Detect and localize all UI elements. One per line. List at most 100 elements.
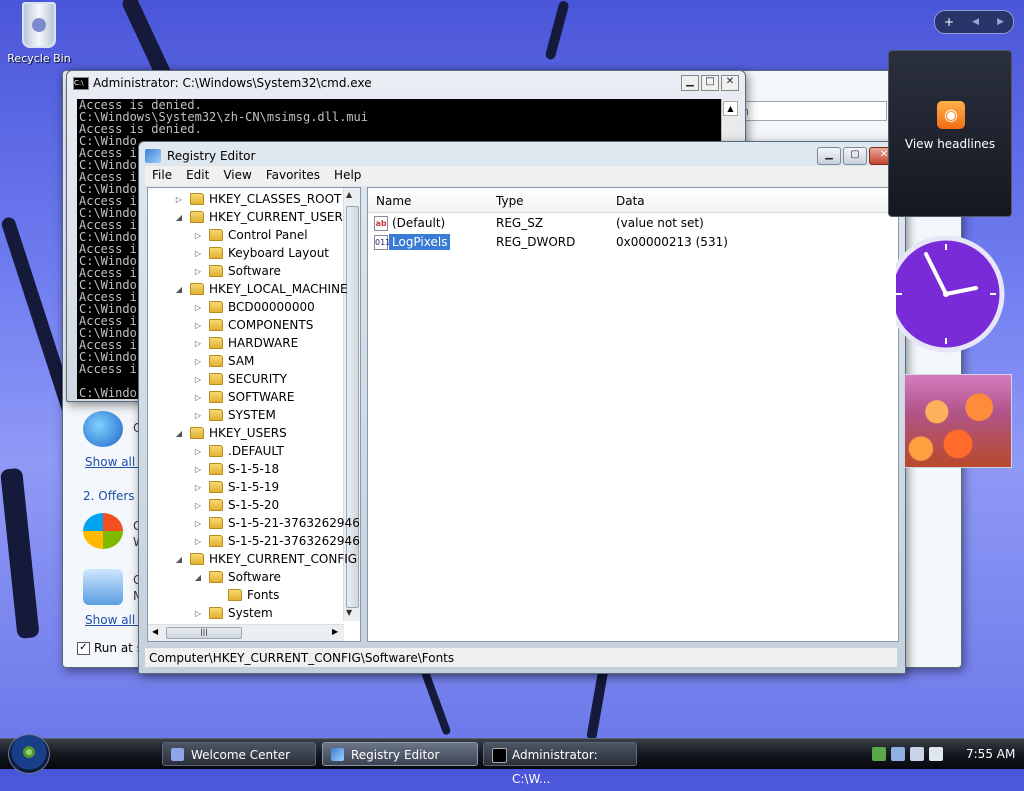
collapse-arrow-icon[interactable]: ◢: [174, 213, 184, 222]
tree-node-label: SOFTWARE: [228, 390, 295, 404]
minimize-button[interactable]: ▁: [817, 147, 841, 165]
expand-arrow-icon[interactable]: ▷: [193, 339, 203, 348]
tree-node[interactable]: ◢ HKEY_LOCAL_MACHINE: [174, 280, 348, 298]
registry-key-tree[interactable]: ▲ ▼ ◀ ||| ▶ ▷ HKEY_CLASSES_ROOT ◢ HKEY_CURR…: [147, 187, 361, 642]
tree-node[interactable]: ▷ Software: [193, 262, 281, 280]
maximize-button[interactable]: □: [701, 75, 719, 91]
tree-node[interactable]: ▷ BCD00000000: [193, 298, 315, 316]
scroll-right-icon[interactable]: ▶: [332, 627, 338, 636]
expand-arrow-icon[interactable]: ▷: [193, 393, 203, 402]
network-icon[interactable]: [910, 747, 924, 761]
folder-icon: [209, 229, 223, 241]
recycle-bin-desktop-icon[interactable]: Recycle Bin: [6, 2, 72, 65]
collapse-arrow-icon[interactable]: ◢: [174, 429, 184, 438]
add-gadget-icon[interactable]: +: [944, 15, 954, 29]
volume-icon[interactable]: [929, 747, 943, 761]
scroll-up-icon[interactable]: ▲: [346, 190, 352, 199]
scroll-left-icon[interactable]: ◀: [152, 627, 158, 636]
taskbar-clock[interactable]: 7:55 AM: [966, 739, 1015, 769]
expand-arrow-icon[interactable]: ▷: [193, 465, 203, 474]
task-welcome-center[interactable]: Welcome Center: [162, 742, 316, 766]
registry-editor-window[interactable]: Registry Editor ▁ ▢ ✕ File Edit View Fav…: [138, 141, 906, 674]
expand-arrow-icon[interactable]: ▷: [193, 411, 203, 420]
expand-arrow-icon[interactable]: ▷: [193, 501, 203, 510]
menu-favorites[interactable]: Favorites: [259, 166, 327, 186]
menu-help[interactable]: Help: [327, 166, 368, 186]
tree-horizontal-scrollbar[interactable]: ◀ ||| ▶: [148, 624, 344, 641]
tree-node[interactable]: ▷ SYSTEM: [193, 406, 276, 424]
tree-node[interactable]: ▷ Control Panel: [193, 226, 308, 244]
cmd-titlebar[interactable]: C:\ Administrator: C:\Windows\System32\c…: [67, 71, 745, 95]
tree-node[interactable]: ◢ Software: [193, 568, 281, 586]
menu-view[interactable]: View: [216, 166, 258, 186]
tree-node[interactable]: ▷ S-1-5-21-3763262946-: [193, 532, 360, 550]
value-row[interactable]: 011 LogPixels REG_DWORD 0x00000213 (531): [368, 233, 898, 251]
run-at-startup-checkbox[interactable]: ✓: [77, 641, 90, 655]
tree-node[interactable]: ▷ SOFTWARE: [193, 388, 295, 406]
expand-arrow-icon[interactable]: ▷: [193, 303, 203, 312]
collapse-arrow-icon[interactable]: ◢: [174, 285, 184, 294]
tree-node[interactable]: ▷ S-1-5-20: [193, 496, 279, 514]
tree-node[interactable]: ▷ HKEY_CLASSES_ROOT: [174, 190, 341, 208]
minimize-button[interactable]: ▁: [681, 75, 699, 91]
expand-arrow-icon[interactable]: ▷: [193, 375, 203, 384]
string-value-icon: ab: [374, 216, 388, 231]
tree-node[interactable]: ▷ System: [193, 604, 273, 622]
collapse-arrow-icon[interactable]: ◢: [174, 555, 184, 564]
task-registry-editor[interactable]: Registry Editor: [322, 742, 478, 766]
expand-arrow-icon[interactable]: ▷: [193, 537, 203, 546]
task-label: Administrator: C:\W...: [512, 748, 598, 786]
expand-arrow-icon[interactable]: ▷: [193, 609, 203, 618]
scroll-up-icon[interactable]: ▲: [723, 101, 738, 116]
collapse-arrow-icon[interactable]: ◢: [193, 573, 203, 582]
registry-values-list[interactable]: Name Type Data ab (Default) REG_SZ (valu…: [367, 187, 899, 642]
tree-node[interactable]: Fonts: [212, 586, 279, 604]
tree-node[interactable]: ▷ SAM: [193, 352, 254, 370]
tree-node[interactable]: ▷ .DEFAULT: [193, 442, 284, 460]
value-row[interactable]: ab (Default) REG_SZ (value not set): [368, 214, 898, 232]
menu-file[interactable]: File: [145, 166, 179, 186]
previous-icon[interactable]: ◀: [972, 17, 979, 27]
tree-node[interactable]: ◢ HKEY_CURRENT_CONFIG: [174, 550, 357, 568]
security-icon[interactable]: [872, 747, 886, 761]
expand-arrow-icon[interactable]: ▷: [193, 231, 203, 240]
tree-node-label: HKEY_CURRENT_CONFIG: [209, 552, 358, 566]
expand-arrow-icon[interactable]: ▷: [193, 267, 203, 276]
column-data[interactable]: Data: [616, 194, 645, 208]
tree-node[interactable]: ▷ S-1-5-19: [193, 478, 279, 496]
folder-icon: [209, 409, 223, 421]
expand-arrow-icon[interactable]: ▷: [193, 447, 203, 456]
expand-arrow-icon[interactable]: ▷: [193, 483, 203, 492]
tree-node[interactable]: ◢ HKEY_CURRENT_USER: [174, 208, 343, 226]
scroll-thumb[interactable]: |||: [166, 627, 242, 639]
sidebar-scrollbar[interactable]: [937, 470, 953, 636]
tree-node[interactable]: ▷ Keyboard Layout: [193, 244, 329, 262]
tree-node[interactable]: ▷ SECURITY: [193, 370, 287, 388]
tree-node[interactable]: ▷ S-1-5-21-3763262946-: [193, 514, 360, 532]
scroll-down-icon[interactable]: ▼: [346, 608, 352, 617]
close-button[interactable]: ✕: [721, 75, 739, 91]
view-headlines-label[interactable]: View headlines: [889, 137, 1011, 151]
tree-node[interactable]: ◢ HKEY_USERS: [174, 424, 287, 442]
windows-update-icon[interactable]: [891, 747, 905, 761]
folder-icon: [209, 517, 223, 529]
tree-node[interactable]: ▷ COMPONENTS: [193, 316, 313, 334]
tree-node[interactable]: ▷ HARDWARE: [193, 334, 298, 352]
start-button[interactable]: [8, 734, 50, 774]
slideshow-gadget[interactable]: [904, 374, 1012, 468]
task-cmd[interactable]: Administrator: C:\W...: [483, 742, 637, 786]
maximize-button[interactable]: ▢: [843, 147, 867, 165]
tree-node[interactable]: ▷ S-1-5-18: [193, 460, 279, 478]
expand-arrow-icon[interactable]: ▷: [193, 321, 203, 330]
expand-arrow-icon[interactable]: ▷: [193, 249, 203, 258]
feed-headlines-gadget[interactable]: ◉ View headlines: [888, 50, 1012, 217]
expand-arrow-icon[interactable]: ▷: [174, 195, 184, 204]
column-name[interactable]: Name: [376, 194, 411, 208]
expand-arrow-icon[interactable]: ▷: [193, 519, 203, 528]
next-icon[interactable]: ▶: [997, 17, 1004, 27]
clock-gadget[interactable]: [896, 234, 1010, 354]
column-type[interactable]: Type: [496, 194, 524, 208]
welcome-search-field[interactable]: ch: [731, 101, 887, 121]
expand-arrow-icon[interactable]: ▷: [193, 357, 203, 366]
menu-edit[interactable]: Edit: [179, 166, 216, 186]
